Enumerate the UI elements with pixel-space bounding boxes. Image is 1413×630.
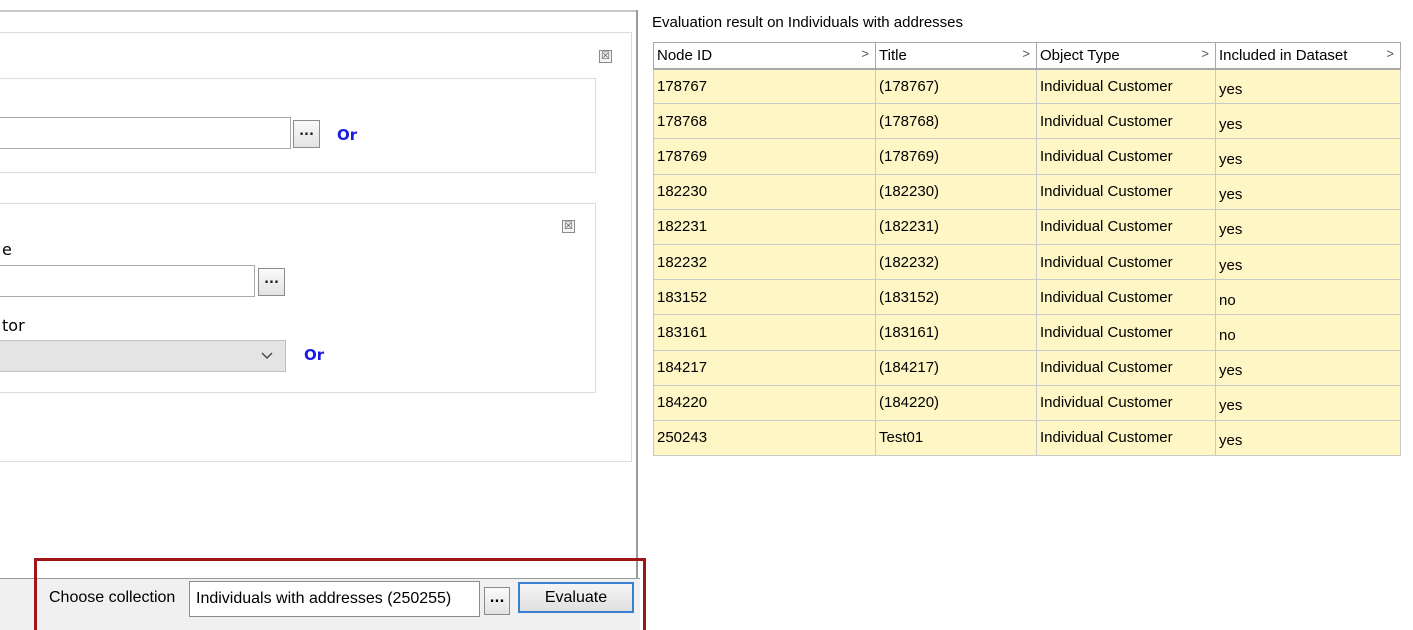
- included-cell: yes: [1215, 208, 1401, 245]
- sort-chevron-icon[interactable]: >: [861, 46, 869, 61]
- node-id-cell: 178769: [653, 138, 876, 175]
- title-cell: (184217): [875, 349, 1037, 386]
- table-row[interactable]: 250243 Test01 Individual Customer yes: [653, 419, 1401, 457]
- criteria-panel: ☒ ... Or ☒ e ... tor Or: [0, 0, 640, 630]
- results-table: Node ID > Title > Object Type > Included in…: [653, 42, 1401, 457]
- object-type-cell: Individual Customer: [1036, 243, 1216, 281]
- condition-2-value-field[interactable]: [0, 265, 255, 297]
- remove-criteria-icon[interactable]: ☒: [599, 50, 612, 63]
- object-type-cell: Individual Customer: [1036, 103, 1216, 140]
- node-id-cell: 182231: [653, 208, 876, 245]
- condition-1-value-field[interactable]: [0, 117, 291, 149]
- table-row[interactable]: 178768 (178768) Individual Customer yes: [653, 103, 1401, 140]
- table-row[interactable]: 178767 (178767) Individual Customer yes: [653, 67, 1401, 105]
- object-type-cell: Individual Customer: [1036, 208, 1216, 245]
- title-cell: (183152): [875, 279, 1037, 316]
- title-cell: (178768): [875, 103, 1037, 140]
- object-type-cell: Individual Customer: [1036, 384, 1216, 421]
- sort-chevron-icon[interactable]: >: [1386, 46, 1394, 61]
- node-id-cell: 182232: [653, 243, 876, 281]
- included-cell: yes: [1215, 384, 1401, 421]
- panel-splitter[interactable]: [636, 10, 638, 578]
- node-id-cell: 183161: [653, 314, 876, 351]
- collection-browse-button[interactable]: ...: [484, 587, 510, 615]
- choose-collection-label: Choose collection: [49, 589, 176, 606]
- object-type-cell: Individual Customer: [1036, 314, 1216, 351]
- results-body: 178767 (178767) Individual Customer yes 1787…: [653, 67, 1401, 457]
- table-row[interactable]: 183161 (183161) Individual Customer no: [653, 314, 1401, 351]
- node-id-cell: 183152: [653, 279, 876, 316]
- chevron-down-icon: [261, 352, 273, 359]
- column-header-title[interactable]: Title >: [875, 42, 1037, 70]
- object-type-cell: Individual Customer: [1036, 279, 1216, 316]
- object-type-cell: Individual Customer: [1036, 419, 1216, 457]
- title-cell: (178769): [875, 138, 1037, 175]
- included-cell: yes: [1215, 243, 1401, 281]
- table-row[interactable]: 178769 (178769) Individual Customer yes: [653, 138, 1401, 175]
- column-header-label: Node ID: [657, 46, 713, 64]
- condition-2-or-link[interactable]: Or: [304, 346, 324, 364]
- included-cell: yes: [1215, 138, 1401, 175]
- column-header-included[interactable]: Included in Dataset >: [1215, 42, 1401, 70]
- title-cell: (182231): [875, 208, 1037, 245]
- column-header-object-type[interactable]: Object Type >: [1036, 42, 1216, 70]
- operator-label: tor: [2, 316, 25, 335]
- evaluate-button[interactable]: Evaluate: [518, 582, 634, 613]
- node-id-cell: 184220: [653, 384, 876, 421]
- condition-1-or-link[interactable]: Or: [337, 126, 357, 144]
- node-id-cell: 182230: [653, 173, 876, 210]
- node-id-cell: 250243: [653, 419, 876, 457]
- table-row[interactable]: 183152 (183152) Individual Customer no: [653, 279, 1401, 316]
- title-cell: (184220): [875, 384, 1037, 421]
- column-header-label: Object Type: [1040, 46, 1120, 64]
- panel-top-border: [0, 10, 638, 12]
- included-cell: yes: [1215, 349, 1401, 386]
- included-cell: yes: [1215, 67, 1401, 105]
- object-type-cell: Individual Customer: [1036, 173, 1216, 210]
- title-cell: Test01: [875, 419, 1037, 457]
- column-header-label: Title: [879, 46, 907, 64]
- condition-2-label: e: [2, 240, 12, 259]
- table-row[interactable]: 182230 (182230) Individual Customer yes: [653, 173, 1401, 210]
- table-row[interactable]: 184217 (184217) Individual Customer yes: [653, 349, 1401, 386]
- included-cell: yes: [1215, 419, 1401, 457]
- object-type-cell: Individual Customer: [1036, 138, 1216, 175]
- condition-2-browse-button[interactable]: ...: [258, 268, 285, 296]
- sort-chevron-icon[interactable]: >: [1201, 46, 1209, 61]
- table-row[interactable]: 184220 (184220) Individual Customer yes: [653, 384, 1401, 421]
- node-id-cell: 178767: [653, 67, 876, 105]
- title-cell: (182232): [875, 243, 1037, 281]
- collection-field[interactable]: Individuals with addresses (250255): [189, 581, 480, 617]
- table-row[interactable]: 182232 (182232) Individual Customer yes: [653, 243, 1401, 281]
- column-header-node-id[interactable]: Node ID >: [653, 42, 876, 70]
- column-header-label: Included in Dataset: [1219, 46, 1348, 64]
- condition-1-browse-button[interactable]: ...: [293, 120, 320, 148]
- title-cell: (182230): [875, 173, 1037, 210]
- object-type-cell: Individual Customer: [1036, 349, 1216, 386]
- operator-select[interactable]: [0, 340, 286, 372]
- remove-condition-icon[interactable]: ☒: [562, 220, 575, 233]
- included-cell: yes: [1215, 103, 1401, 140]
- sort-chevron-icon[interactable]: >: [1022, 46, 1030, 61]
- included-cell: no: [1215, 279, 1401, 316]
- node-id-cell: 184217: [653, 349, 876, 386]
- included-cell: no: [1215, 314, 1401, 351]
- included-cell: yes: [1215, 173, 1401, 210]
- results-title: Evaluation result on Individuals with ad…: [652, 14, 964, 31]
- table-row[interactable]: 182231 (182231) Individual Customer yes: [653, 208, 1401, 245]
- node-id-cell: 178768: [653, 103, 876, 140]
- object-type-cell: Individual Customer: [1036, 67, 1216, 105]
- title-cell: (178767): [875, 67, 1037, 105]
- results-header-row: Node ID > Title > Object Type > Included in…: [653, 42, 1401, 70]
- title-cell: (183161): [875, 314, 1037, 351]
